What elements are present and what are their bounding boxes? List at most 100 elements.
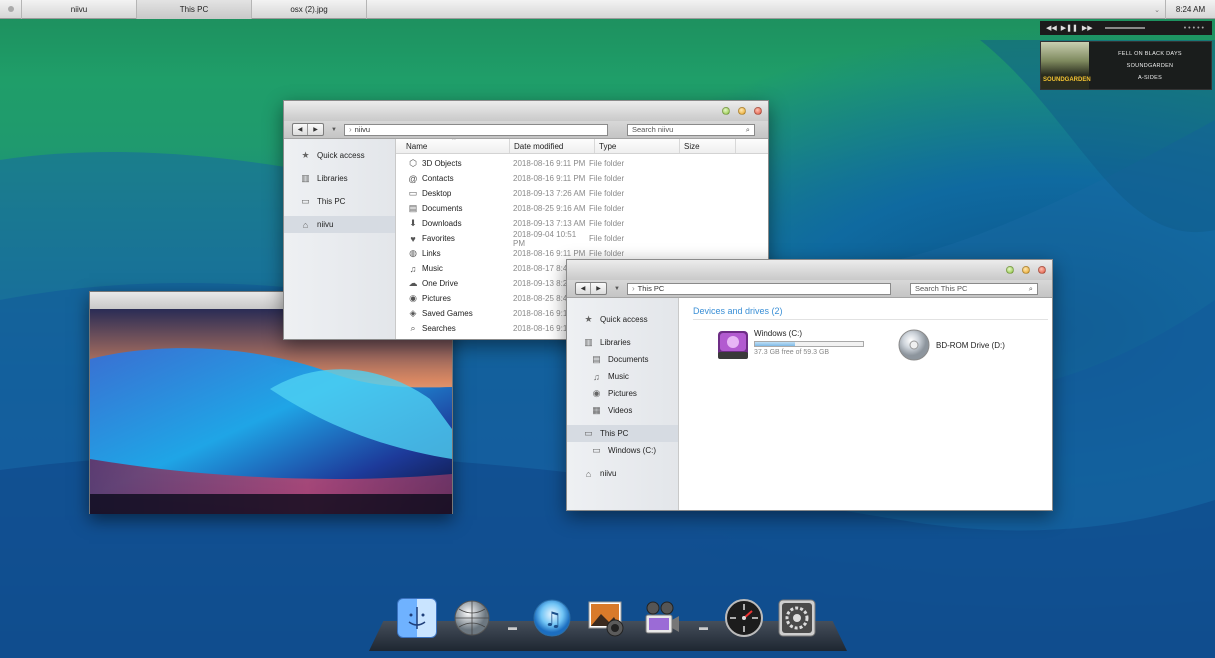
table-row[interactable]: ▤ Documents 2018-08-25 9:16 AM File folder	[396, 201, 768, 216]
camera-icon: ◉	[592, 388, 601, 398]
nav-documents[interactable]: ▤ Documents	[567, 351, 678, 368]
column-date-modified[interactable]: Date modified	[510, 139, 595, 153]
taskbar: niivu This PC osx (2).jpg ⌄ 8:24 AM	[0, 0, 1215, 19]
taskbar-item-this-pc[interactable]: This PC	[137, 0, 252, 19]
forward-button[interactable]: ▶	[308, 124, 323, 135]
libraries-icon: ▥	[584, 337, 593, 347]
nav-music[interactable]: ♫ Music	[567, 368, 678, 385]
chevron-right-icon: ›	[632, 284, 635, 293]
search-input[interactable]: Search niivu ⌕	[627, 123, 755, 136]
section-devices-and-drives[interactable]: Devices and drives (2)	[693, 306, 1048, 320]
libraries-icon: ▥	[301, 173, 310, 183]
this-pc-content: Devices and drives (2) Windows (C:) 37.3…	[679, 298, 1052, 510]
address-bar[interactable]: › niivu	[344, 123, 608, 136]
navigation-pane: ★ Quick access ▥ Libraries ▤ Documents ♫ Music ◉…	[567, 298, 679, 510]
nav-videos[interactable]: ▦ Videos	[567, 402, 678, 419]
nav-quick-access[interactable]: ★ Quick access	[284, 147, 395, 164]
forward-button[interactable]: ▶	[591, 283, 606, 294]
user-icon: ⌂	[585, 468, 592, 479]
system-preferences-icon[interactable]	[777, 598, 817, 638]
volume-slider[interactable]	[1104, 27, 1145, 29]
computer-icon: ▭	[301, 196, 310, 206]
minimize-button[interactable]	[1022, 266, 1030, 274]
video-editor-icon[interactable]	[641, 598, 681, 638]
table-row[interactable]: @ Contacts 2018-08-16 9:11 PM File folder	[396, 171, 768, 186]
search-icon: ⌕	[410, 323, 416, 333]
nav-libraries[interactable]: ▥ Libraries	[284, 170, 395, 187]
nav-niivu[interactable]: ⌂ niivu	[567, 465, 678, 482]
table-row[interactable]: ♥ Favorites 2018-09-04 10:51 PM File folder	[396, 230, 768, 248]
tray-chevron-down-icon[interactable]: ⌄	[1149, 6, 1165, 14]
finder-icon[interactable]	[397, 598, 437, 638]
close-button[interactable]	[754, 107, 762, 115]
globe-icon: ◍	[409, 248, 417, 258]
svg-text:♫: ♫	[544, 607, 562, 631]
close-button[interactable]	[1038, 266, 1046, 274]
more-dots-icon[interactable]: •••••	[1184, 25, 1206, 32]
recent-dropdown-icon[interactable]: ▼	[328, 127, 340, 133]
nav-libraries[interactable]: ▥ Libraries	[567, 334, 678, 351]
music-icon: ♫	[409, 263, 417, 274]
table-row[interactable]: ⬡ 3D Objects 2018-08-16 9:11 PM File folder	[396, 156, 768, 171]
dashboard-icon[interactable]	[724, 598, 764, 638]
address-bar[interactable]: › This PC	[627, 282, 891, 295]
now-playing-widget: SOUNDGARDEN FELL ON BLACK DAYS SOUNDGARD…	[1040, 41, 1212, 90]
download-icon: ⬇	[409, 218, 417, 228]
dock-separator-icon: ▬	[699, 622, 708, 632]
cube-icon: ⬡	[409, 158, 417, 168]
drive-c[interactable]: Windows (C:) 37.3 GB free of 59.3 GB	[693, 328, 883, 362]
nav-quick-access[interactable]: ★ Quick access	[567, 311, 678, 328]
taskbar-item-niivu[interactable]: niivu	[22, 0, 137, 19]
music-icon: ♫	[593, 371, 600, 382]
navigation-pane: ★ Quick access ▥ Libraries ▭ This PC ⌂ niivu	[284, 139, 396, 339]
nav-pictures[interactable]: ◉ Pictures	[567, 385, 678, 402]
star-icon: ★	[584, 314, 593, 324]
disc-icon	[898, 329, 930, 361]
column-name[interactable]: Name ⌃	[396, 139, 510, 153]
document-icon: ▤	[408, 203, 418, 213]
nav-windows-c[interactable]: ▭ Windows (C:)	[567, 442, 678, 459]
window-titlebar[interactable]	[567, 260, 1052, 280]
start-button[interactable]	[0, 0, 22, 19]
computer-icon: ▭	[584, 428, 593, 438]
clock[interactable]: 8:24 AM	[1165, 0, 1215, 19]
drive-d[interactable]: BD-ROM Drive (D:)	[883, 328, 1005, 362]
recent-dropdown-icon[interactable]: ▼	[611, 286, 623, 292]
column-size[interactable]: Size	[680, 139, 736, 153]
heart-icon: ♥	[410, 233, 416, 244]
star-icon: ★	[301, 150, 310, 160]
previous-icon[interactable]: ◀◀	[1046, 24, 1057, 32]
maximize-button[interactable]	[1006, 266, 1014, 274]
minimize-button[interactable]	[738, 107, 746, 115]
desktop-icon: ▭	[408, 188, 418, 198]
start-orb-icon	[7, 6, 14, 12]
back-button[interactable]: ◀	[293, 124, 308, 135]
back-button[interactable]: ◀	[576, 283, 591, 294]
itunes-icon[interactable]: ♫	[532, 598, 572, 638]
sort-up-icon: ⌃	[451, 139, 457, 145]
play-pause-icon[interactable]: ▶❚❚	[1061, 24, 1078, 32]
column-type[interactable]: Type	[595, 139, 680, 153]
window-titlebar[interactable]	[284, 101, 768, 121]
user-icon: ⌂	[302, 219, 309, 230]
table-row[interactable]: ▭ Desktop 2018-09-13 7:26 AM File folder	[396, 186, 768, 201]
taskbar-item-osx-jpg[interactable]: osx (2).jpg	[252, 0, 367, 19]
nav-this-pc[interactable]: ▭ This PC	[567, 425, 678, 442]
search-icon: ⌕	[745, 124, 750, 134]
track-artist: SOUNDGARDEN	[1126, 62, 1174, 69]
track-title: FELL ON BLACK DAYS	[1118, 50, 1182, 57]
photos-icon[interactable]	[587, 598, 627, 638]
dock: ▬ ♫ ▬	[369, 596, 847, 651]
next-icon[interactable]: ▶▶	[1082, 24, 1093, 32]
hard-drive-icon	[718, 331, 748, 359]
dock-separator-icon: ▬	[508, 622, 517, 632]
nav-this-pc[interactable]: ▭ This PC	[284, 193, 395, 210]
camera-icon: ◉	[409, 293, 417, 303]
nav-niivu[interactable]: ⌂ niivu	[284, 216, 395, 233]
toolbar: ◀ ▶ ▼ › niivu Search niivu ⌕	[284, 121, 768, 139]
gamepad-icon: ◈	[409, 308, 417, 318]
network-globe-icon[interactable]	[452, 598, 492, 638]
search-input[interactable]: Search This PC ⌕	[910, 282, 1038, 295]
cloud-icon: ☁	[408, 278, 418, 288]
maximize-button[interactable]	[722, 107, 730, 115]
